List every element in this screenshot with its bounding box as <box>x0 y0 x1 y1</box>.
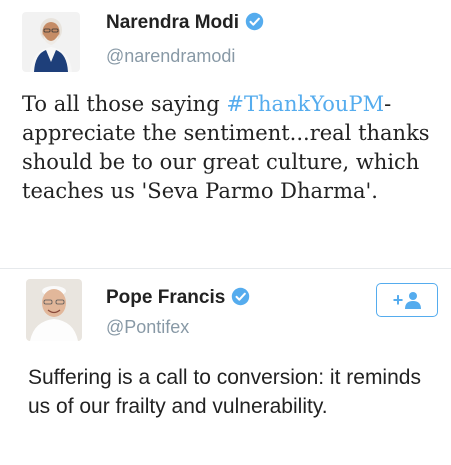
tweet-pontifex: Pope Francis @Pontifex + Suffering is a … <box>0 268 451 465</box>
avatar-pontifex[interactable] <box>26 279 82 341</box>
avatar-narendramodi[interactable] <box>22 12 80 72</box>
plus-label: + <box>392 290 404 310</box>
follow-button[interactable]: + <box>376 283 438 317</box>
author-handle[interactable]: @Pontifex <box>106 317 189 338</box>
hashtag-link[interactable]: #ThankYouPM <box>226 92 384 116</box>
verified-badge-icon <box>232 287 250 306</box>
verified-badge-icon <box>245 12 264 31</box>
tweet-text: To all those saying #ThankYouPM- appreci… <box>22 92 430 203</box>
tweet-narendramodi: Narendra Modi @narendramodi To all those… <box>0 0 451 268</box>
author-handle[interactable]: @narendramodi <box>106 46 235 67</box>
author-name[interactable]: Pope Francis <box>106 287 250 309</box>
person-icon <box>405 292 422 309</box>
author-name[interactable]: Narendra Modi <box>106 12 264 34</box>
tweet-text: Suffering is a call to conversion: it re… <box>28 366 421 418</box>
